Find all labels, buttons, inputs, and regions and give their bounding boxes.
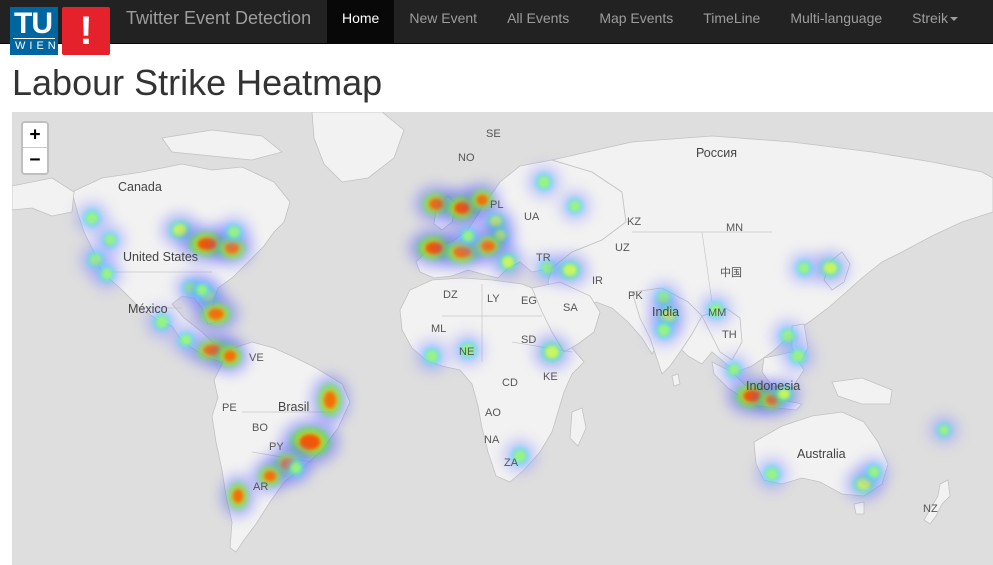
zoom-out-button[interactable]: −	[23, 148, 47, 173]
heat-spot	[180, 334, 192, 346]
heat-spot	[86, 212, 98, 224]
heat-spot	[323, 391, 337, 409]
heat-spot	[538, 176, 550, 188]
label-pk: PK	[628, 290, 643, 302]
heat-spot	[569, 200, 581, 212]
heat-spot	[290, 462, 302, 474]
label-no: NO	[458, 152, 475, 164]
label-cd: CD	[502, 377, 518, 389]
heat-spot	[868, 466, 880, 478]
heat-spot	[196, 284, 208, 296]
label-se: SE	[486, 128, 501, 140]
heat-spot	[299, 434, 321, 450]
logo-divider	[13, 38, 55, 39]
label-sa: SA	[563, 302, 578, 314]
tu-logo-text: TU	[14, 7, 53, 40]
label-pe: PE	[222, 402, 237, 414]
heat-spot	[232, 489, 244, 503]
label-eg: EG	[521, 295, 537, 307]
label-brasil: Brasil	[278, 400, 310, 414]
label-united-states: United States	[123, 250, 199, 264]
tu-wien-logo: TU WIEN	[10, 7, 58, 55]
alert-logo: !	[62, 7, 110, 55]
heat-spot	[766, 468, 778, 480]
label-ua: UA	[524, 211, 540, 223]
label-pl: PL	[490, 199, 504, 211]
label-sd: SD	[521, 334, 537, 346]
heatmap-map[interactable]: Canada United States México VE PE Brasil…	[12, 112, 993, 565]
label-australia: Australia	[797, 447, 846, 461]
label-canada: Canada	[118, 180, 162, 194]
label-py: PY	[269, 441, 284, 453]
label-ao: AO	[485, 407, 501, 419]
brand-title[interactable]: Twitter Event Detection	[126, 0, 311, 44]
heat-spot	[156, 316, 168, 328]
label-za: ZA	[504, 457, 519, 469]
label-india: India	[652, 305, 680, 319]
label-indonesia: Indonesia	[746, 379, 801, 393]
label-dz: DZ	[443, 289, 458, 301]
heat-spot	[939, 425, 949, 435]
label-ir: IR	[592, 275, 603, 287]
heat-spot	[728, 364, 740, 376]
label-uz: UZ	[615, 242, 630, 254]
zoom-control: + −	[21, 121, 49, 175]
heat-spot	[798, 262, 810, 274]
heat-spot	[545, 345, 559, 359]
nav-multi-language[interactable]: Multi-language	[775, 0, 897, 44]
nav-map-events[interactable]: Map Events	[584, 0, 688, 44]
brand-logos[interactable]: TU WIEN !	[10, 7, 110, 55]
nav-home[interactable]: Home	[327, 0, 395, 44]
nav-timeline[interactable]: TimeLine	[688, 0, 775, 44]
label-ne: NE	[459, 346, 475, 358]
navbar: Twitter Event Detection Home New Event A…	[0, 0, 993, 44]
heat-spot	[462, 230, 474, 242]
heat-spot	[101, 268, 113, 280]
nav-streik-dropdown[interactable]: Streik	[897, 0, 973, 44]
label-nz: NZ	[923, 503, 938, 515]
nav-streik-label: Streik	[912, 10, 948, 26]
label-ly: LY	[487, 293, 500, 305]
heat-spot	[792, 350, 804, 362]
tasmania-land	[853, 501, 865, 515]
heat-spot	[104, 234, 116, 246]
heat-spot	[502, 256, 514, 268]
label-th: TH	[722, 329, 737, 341]
heat-spot	[823, 262, 837, 274]
heat-spot	[208, 308, 224, 320]
label-ve: VE	[249, 352, 264, 364]
label-mexico: México	[128, 302, 168, 316]
label-ar: AR	[253, 481, 269, 493]
caret-down-icon	[949, 17, 958, 22]
label-na: NA	[484, 434, 500, 446]
label-ml: ML	[431, 323, 447, 335]
label-mm: MM	[708, 307, 727, 319]
nav-all-events[interactable]: All Events	[492, 0, 584, 44]
label-tr: TR	[536, 252, 551, 264]
label-china: 中国	[720, 267, 742, 279]
heat-spot	[223, 350, 237, 362]
heat-spot	[658, 324, 670, 336]
label-bo: BO	[252, 422, 268, 434]
heat-spot	[563, 264, 577, 276]
page-title: Labour Strike Heatmap	[12, 62, 383, 103]
wien-logo-text: WIEN	[15, 40, 60, 52]
heat-spot	[476, 194, 488, 206]
label-ke: KE	[543, 371, 558, 383]
main-nav: Home New Event All Events Map Events Tim…	[327, 0, 973, 44]
zoom-in-button[interactable]: +	[23, 123, 47, 148]
label-mn: MN	[726, 222, 744, 234]
label-kz: KZ	[627, 216, 642, 228]
heat-spot	[263, 470, 277, 482]
heat-spot	[426, 350, 438, 362]
nav-new-event[interactable]: New Event	[394, 0, 492, 44]
label-russia: Россия	[696, 146, 737, 160]
heat-spot	[228, 226, 240, 238]
